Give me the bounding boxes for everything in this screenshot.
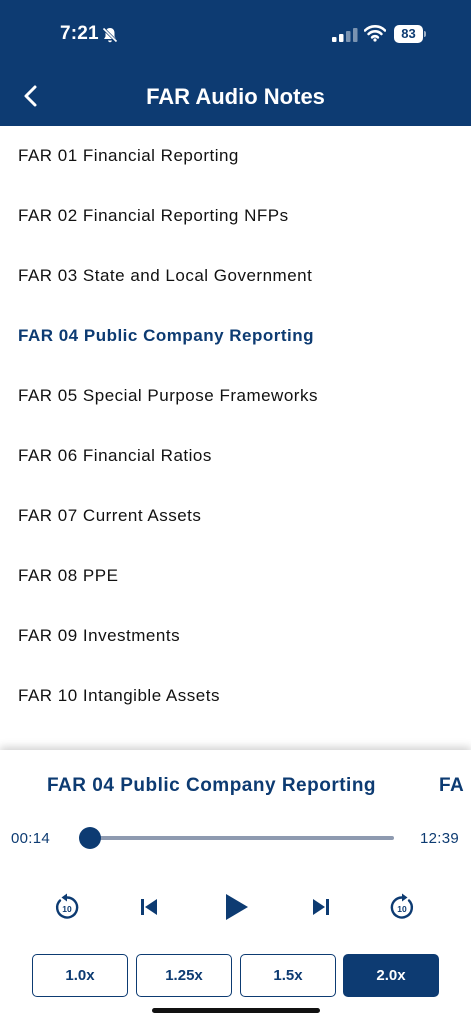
current-time: 00:14 — [11, 830, 51, 847]
list-item[interactable]: FAR 10 Intangible Assets — [0, 666, 471, 726]
rewind-10-icon: 10 — [55, 893, 79, 919]
play-button[interactable] — [216, 887, 256, 927]
list-item[interactable]: FAR 01 Financial Reporting — [0, 126, 471, 186]
list-fade — [0, 734, 471, 750]
nav-bar: FAR Audio Notes — [0, 70, 471, 126]
now-playing-marquee: FAR 04 Public Company Reporting FA — [0, 772, 471, 802]
skip-next-icon — [313, 899, 329, 915]
status-bar: 7:21 83 — [0, 0, 471, 70]
now-playing-title: FAR 04 Public Company Reporting — [47, 775, 377, 796]
next-button[interactable] — [301, 887, 341, 927]
speed-button-2-0x[interactable]: 2.0x — [343, 954, 439, 997]
speed-button-1-5x[interactable]: 1.5x — [240, 954, 336, 997]
battery-icon: 83 — [394, 25, 426, 43]
page-title: FAR Audio Notes — [146, 84, 325, 109]
audio-player: FAR 04 Public Company Reporting FA 00:14… — [0, 750, 471, 1024]
list-item[interactable]: FAR 02 Financial Reporting NFPs — [0, 186, 471, 246]
bell-slash-icon — [102, 27, 118, 43]
battery-tip — [424, 31, 426, 37]
track-list: FAR 01 Financial Reporting FAR 02 Financ… — [0, 126, 471, 750]
list-item[interactable]: FAR 05 Special Purpose Frameworks — [0, 366, 471, 426]
list-item[interactable]: FAR 09 Investments — [0, 606, 471, 666]
play-icon — [226, 894, 248, 920]
previous-button[interactable] — [129, 887, 169, 927]
playback-controls: 10 10 — [0, 885, 471, 929]
list-item-active[interactable]: FAR 04 Public Company Reporting — [0, 306, 471, 366]
app-header: 7:21 83 FAR Audio Notes — [0, 0, 471, 126]
list-item[interactable]: FAR 06 Financial Ratios — [0, 426, 471, 486]
rewind-seconds: 10 — [62, 904, 72, 914]
progress-thumb[interactable] — [78, 827, 101, 849]
wifi-icon — [364, 25, 386, 42]
list-item[interactable]: FAR 07 Current Assets — [0, 486, 471, 546]
forward-10-button[interactable]: 10 — [382, 887, 422, 927]
speed-button-1-25x[interactable]: 1.25x — [136, 954, 232, 997]
status-time: 7:21 — [60, 23, 99, 44]
signal-icon — [332, 28, 358, 42]
battery-level: 83 — [394, 25, 423, 43]
now-playing-title-repeat: FA — [439, 775, 465, 796]
list-item[interactable]: FAR 08 PPE — [0, 546, 471, 606]
forward-10-icon: 10 — [390, 893, 414, 919]
speed-selector: 1.0x 1.25x 1.5x 2.0x — [0, 954, 471, 998]
rewind-10-button[interactable]: 10 — [47, 887, 87, 927]
total-time: 12:39 — [420, 830, 460, 847]
home-indicator — [152, 1008, 320, 1013]
forward-seconds: 10 — [397, 904, 407, 914]
progress-slider[interactable] — [84, 836, 394, 840]
skip-previous-icon — [141, 899, 157, 915]
speed-button-1-0x[interactable]: 1.0x — [32, 954, 128, 997]
list-item[interactable]: FAR 03 State and Local Government — [0, 246, 471, 306]
